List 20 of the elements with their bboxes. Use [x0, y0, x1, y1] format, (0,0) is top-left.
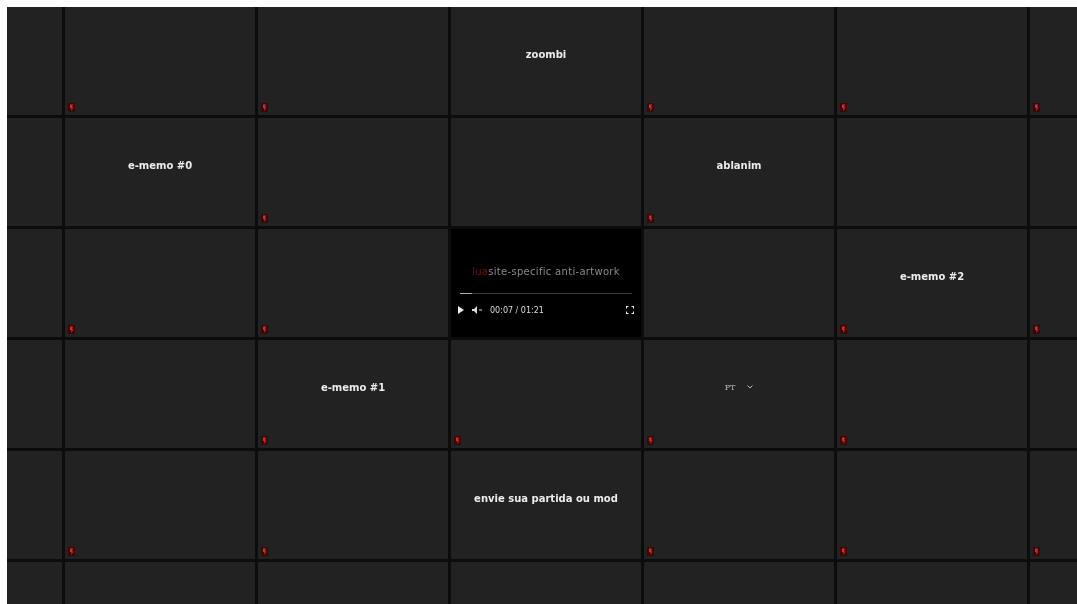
tile-label: e-memo #2 — [899, 270, 965, 282]
tile[interactable]: e-memo #0 — [65, 118, 255, 226]
tile[interactable]: e-memo #2 — [837, 229, 1027, 337]
fullscreen-icon[interactable] — [626, 306, 634, 314]
tile-label: envie sua partida ou mod — [474, 492, 618, 504]
tile-label: ablanim — [716, 159, 762, 171]
tile[interactable]: ablanim — [644, 118, 834, 226]
volume-icon[interactable] — [472, 306, 482, 314]
language-select[interactable]: PT — [724, 382, 736, 392]
video-player[interactable]: luasite-specific anti-artwork 00:07 / 01:21 — [451, 229, 641, 337]
tile[interactable]: envie sua partida ou mod — [451, 451, 641, 559]
play-icon[interactable] — [458, 306, 464, 314]
video-title: luasite-specific anti-artwork — [472, 265, 620, 277]
tile[interactable]: e-memo #1 — [258, 340, 448, 448]
tile-label: e-memo #0 — [127, 159, 193, 171]
chevron-down-icon[interactable] — [747, 385, 754, 389]
video-time: 00:07 / 01:21 — [490, 305, 544, 315]
tile-label: zoombi — [525, 48, 567, 60]
tile-label: e-memo #1 — [320, 381, 386, 393]
tile[interactable]: zoombi — [451, 7, 641, 115]
